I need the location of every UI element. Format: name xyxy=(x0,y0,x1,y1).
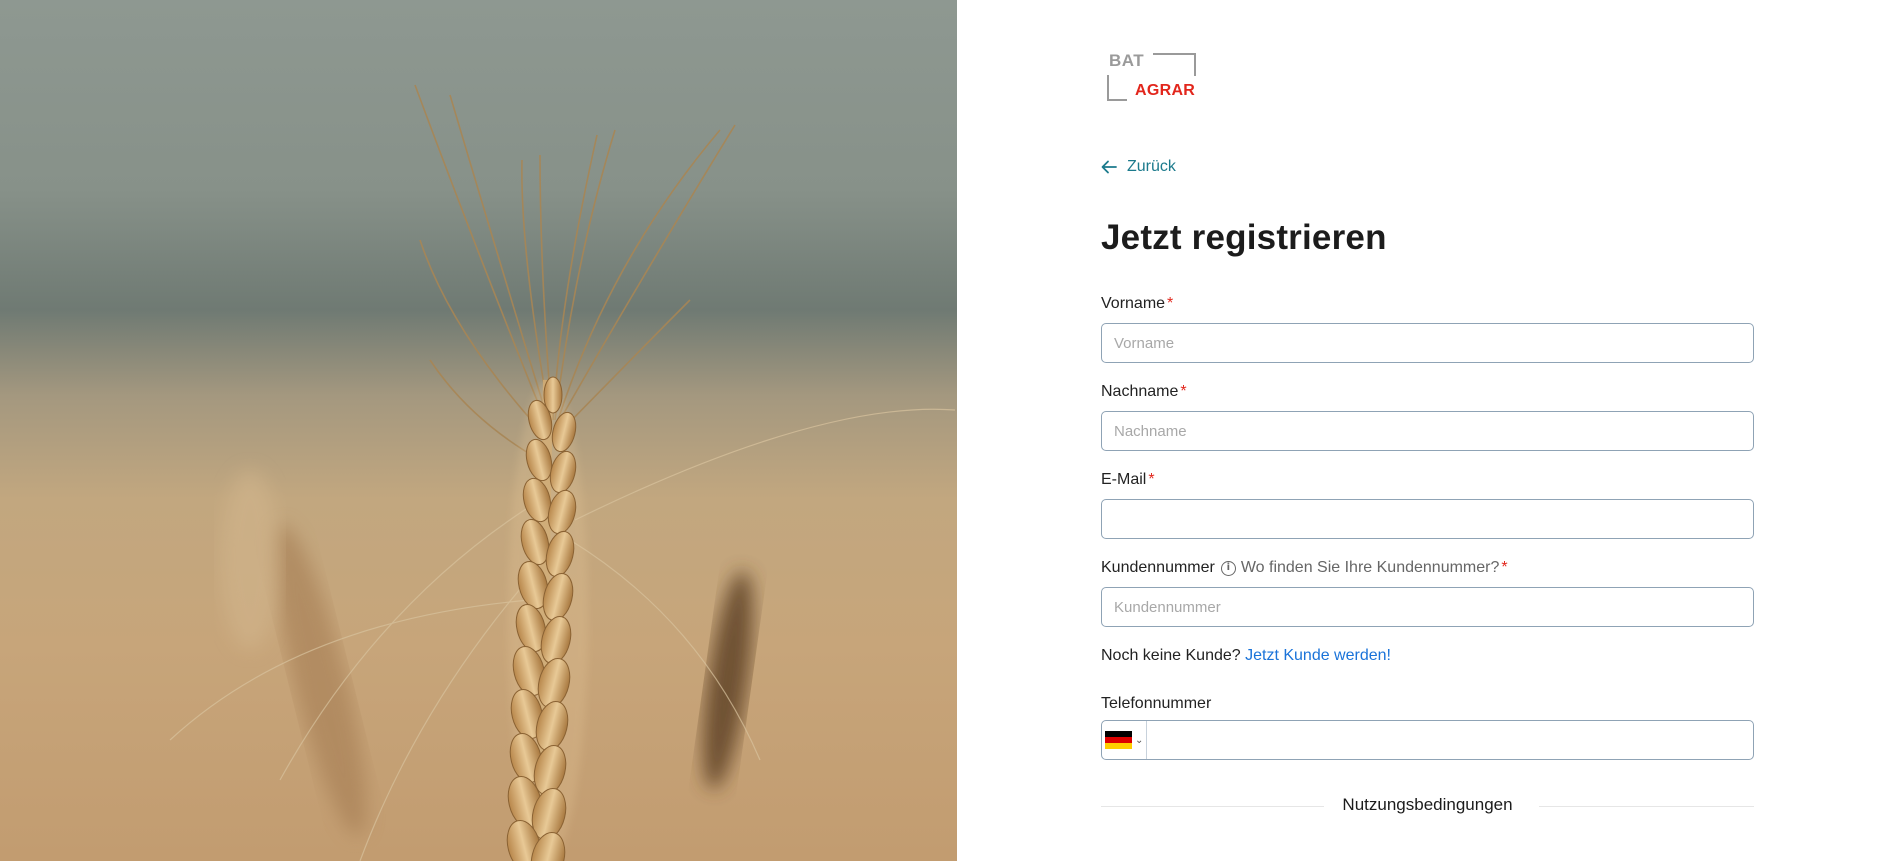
customer-number-label: Kundennummer i Wo finden Sie Ihre Kunden… xyxy=(1101,559,1508,577)
required-marker: * xyxy=(1501,559,1508,576)
customer-number-label-text: Kundennummer xyxy=(1101,559,1215,576)
no-customer-text: Noch keine Kunde? xyxy=(1101,647,1241,664)
back-link[interactable]: Zurück xyxy=(1101,158,1176,176)
required-marker: * xyxy=(1148,471,1155,488)
terms-heading: Nutzungsbedingungen xyxy=(1324,795,1531,814)
last-name-label-text: Nachname xyxy=(1101,383,1179,400)
email-label-text: E-Mail xyxy=(1101,471,1147,488)
terms-divider: Nutzungsbedingungen xyxy=(1101,795,1754,819)
first-name-label: Vorname * xyxy=(1101,295,1173,313)
country-selector[interactable]: ⌄ xyxy=(1102,721,1148,759)
chevron-down-icon: ⌄ xyxy=(1135,734,1144,746)
first-name-input[interactable] xyxy=(1101,323,1754,363)
email-label: E-Mail * xyxy=(1101,471,1155,489)
phone-label: Telefonnummer xyxy=(1101,695,1212,712)
logo-bracket-bottom xyxy=(1107,75,1127,101)
customer-number-hint[interactable]: i Wo finden Sie Ihre Kundennummer? xyxy=(1220,559,1500,577)
first-name-label-text: Vorname xyxy=(1101,295,1166,312)
bat-agrar-logo: BAT AGRAR xyxy=(1101,48,1197,104)
email-input[interactable] xyxy=(1101,499,1754,539)
last-name-label: Nachname * xyxy=(1101,383,1187,401)
info-icon: i xyxy=(1220,560,1236,576)
required-marker: * xyxy=(1167,295,1174,312)
registration-panel: BAT AGRAR Zurück Jetzt registrieren Vorn… xyxy=(1101,0,1754,861)
last-name-input[interactable] xyxy=(1101,411,1754,451)
become-customer-link[interactable]: Jetzt Kunde werden! xyxy=(1245,647,1391,664)
page-title: Jetzt registrieren xyxy=(1101,218,1387,257)
required-marker: * xyxy=(1180,383,1187,400)
no-customer-row: Noch keine Kunde? Jetzt Kunde werden! xyxy=(1101,647,1391,665)
hero-image xyxy=(0,0,957,861)
back-link-label: Zurück xyxy=(1127,158,1176,175)
logo-bracket-top xyxy=(1153,53,1196,76)
germany-flag-icon xyxy=(1105,731,1132,749)
logo-text-agrar: AGRAR xyxy=(1135,82,1196,99)
arrow-left-icon xyxy=(1101,160,1117,174)
customer-number-input[interactable] xyxy=(1101,587,1754,627)
customer-number-hint-text: Wo finden Sie Ihre Kundennummer? xyxy=(1240,559,1500,576)
phone-input[interactable] xyxy=(1147,721,1753,759)
logo-text-bat: BAT xyxy=(1109,51,1145,70)
phone-field: ⌄ xyxy=(1101,720,1754,760)
